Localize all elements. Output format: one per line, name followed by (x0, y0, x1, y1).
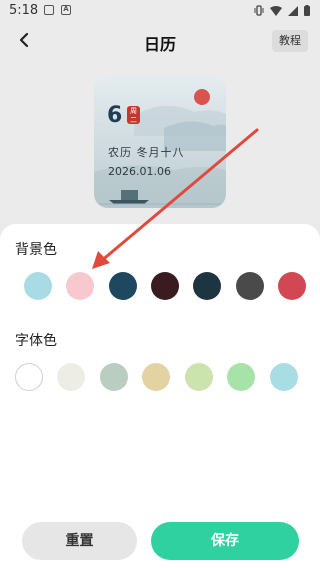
annotation-arrow-icon (92, 128, 259, 269)
